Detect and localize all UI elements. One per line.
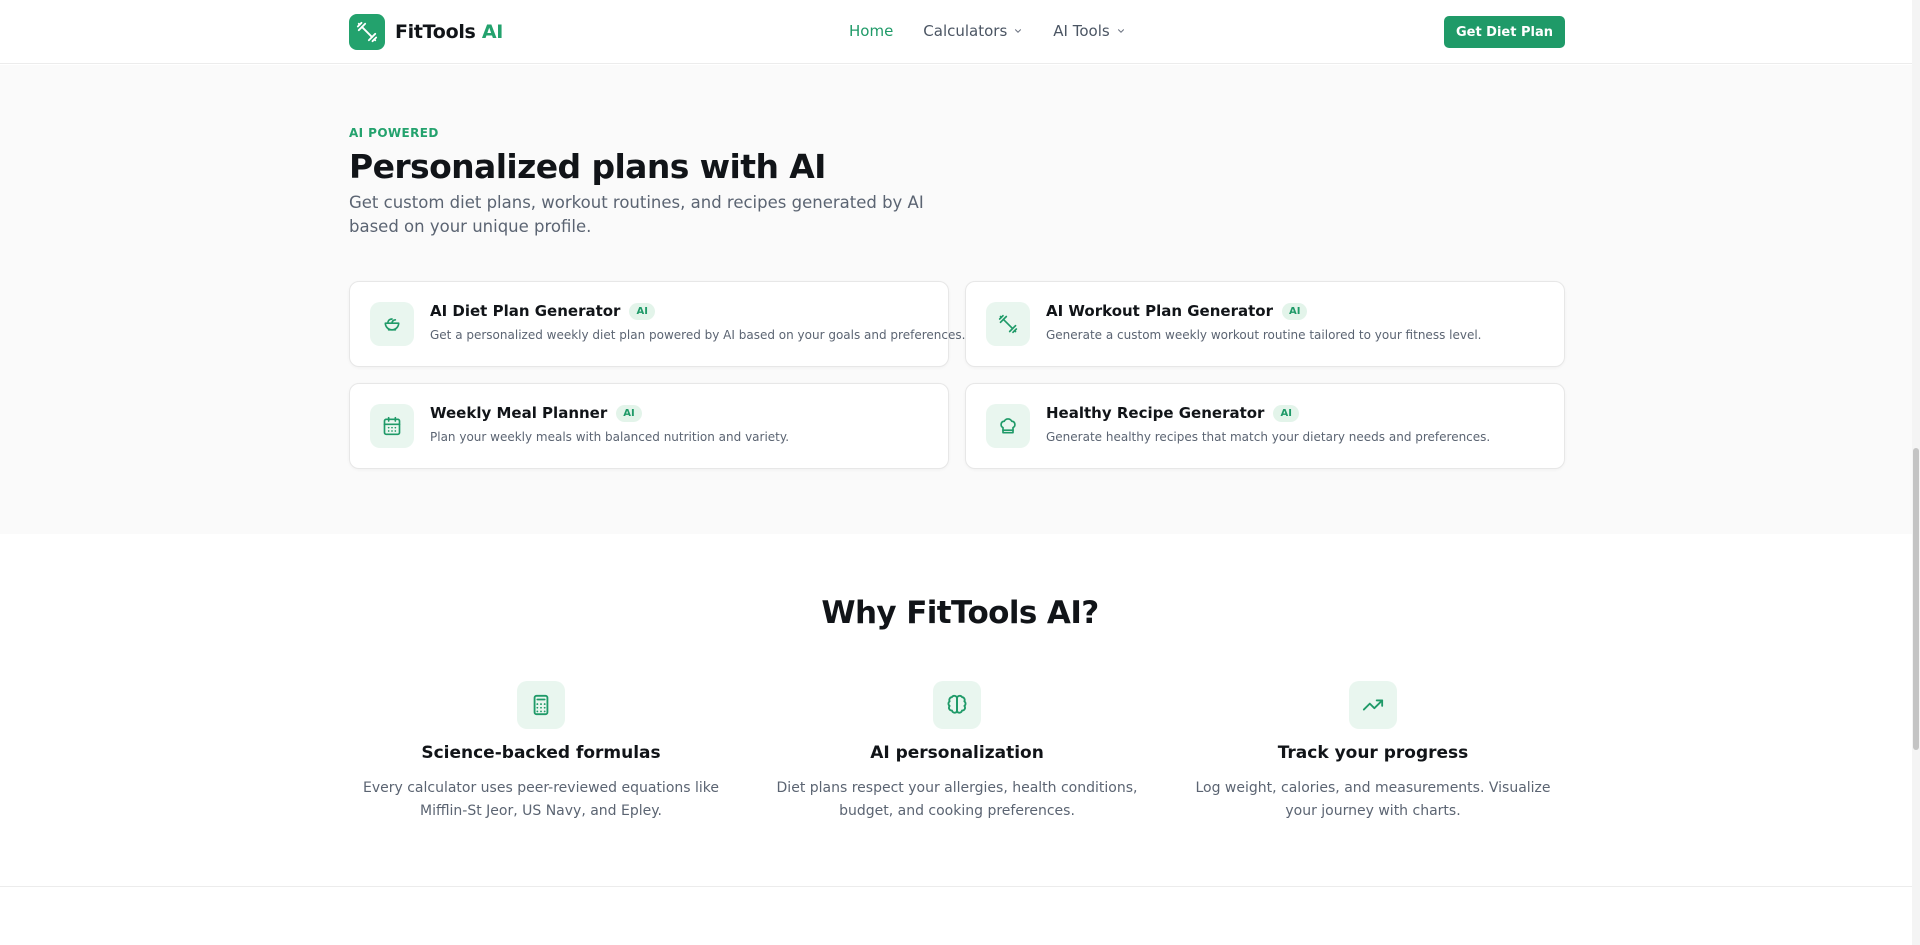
card-description: Generate a custom weekly workout routine… [1046,328,1482,342]
nav-item-label: Calculators [923,22,1008,40]
card-title: AI Workout Plan Generator AI [1046,302,1308,320]
ai-badge: AI [616,404,642,422]
scrollbar-thumb[interactable] [1913,448,1919,750]
feature-title: Science-backed formulas [421,743,661,763]
card-ai-workout-plan[interactable]: AI Workout Plan Generator AI Generate a … [965,281,1565,367]
feature-title: Track your progress [1277,743,1469,763]
brand-name-accent: AI [481,21,504,43]
main-nav: Home Calculators AI Tools [849,22,1156,40]
section-eyebrow: AI POWERED [349,126,439,140]
card-description: Generate healthy recipes that match your… [1046,430,1491,444]
card-title-text: AI Diet Plan Generator [430,302,621,320]
chevron-down-icon [1013,22,1023,40]
scrollbar-track[interactable] [1912,0,1920,945]
nav-item-label: Home [849,22,894,40]
dumbbell-icon [349,14,385,50]
brain-icon [933,681,981,729]
feature-science-backed: Science-backed formulas Every calculator… [348,681,734,823]
salad-bowl-icon [370,302,414,346]
why-title: Why FitTools AI? [821,595,1099,631]
card-title: AI Diet Plan Generator AI [430,302,655,320]
card-title: Weekly Meal Planner AI [430,404,642,422]
feature-title: AI personalization [870,743,1044,763]
card-title-text: Healthy Recipe Generator [1046,404,1265,422]
section-divider [0,886,1920,887]
card-description: Plan your weekly meals with balanced nut… [430,430,790,444]
nav-item-home[interactable]: Home [849,22,893,40]
chevron-down-icon [1116,22,1126,40]
card-description: Get a personalized weekly diet plan powe… [430,328,966,342]
chef-hat-icon [986,404,1030,448]
feature-description: Diet plans respect your allergies, healt… [776,780,1138,819]
brand-name: FitTools AI [395,21,503,43]
logo[interactable]: FitTools AI [349,14,503,50]
feature-track-progress: Track your progress Log weight, calories… [1180,681,1566,823]
card-title-text: Weekly Meal Planner [430,404,608,422]
ai-section: AI POWERED Personalized plans with AI Ge… [0,65,1920,534]
card-title: Healthy Recipe Generator AI [1046,404,1299,422]
ai-badge: AI [1273,404,1299,422]
feature-description: Every calculator uses peer-reviewed equa… [362,780,719,819]
ai-badge: AI [1281,302,1308,320]
section-subtitle: Get custom diet plans, workout routines,… [349,193,924,236]
calculator-icon [517,681,565,729]
card-healthy-recipe[interactable]: Healthy Recipe Generator AI Generate hea… [965,383,1565,469]
dumbbell-icon [986,302,1030,346]
calendar-icon [370,404,414,448]
card-ai-diet-plan[interactable]: AI Diet Plan Generator AI Get a personal… [349,281,965,367]
card-title-text: AI Workout Plan Generator [1046,302,1273,320]
trending-up-icon [1349,681,1397,729]
nav-item-label: AI Tools [1053,22,1110,40]
get-diet-plan-button[interactable]: Get Diet Plan [1443,16,1565,48]
site-header: FitTools AI Home Calculators AI Tools Ge [0,0,1920,64]
card-weekly-meal-planner[interactable]: Weekly Meal Planner AI Plan your weekly … [349,383,949,469]
nav-item-calculators[interactable]: Calculators [923,22,1023,40]
header-inner: FitTools AI Home Calculators AI Tools Ge [349,0,1565,64]
section-title: Personalized plans with AI [349,147,826,186]
feature-description: Log weight, calories, and measurements. … [1195,780,1551,819]
feature-ai-personalization: AI personalization Diet plans respect yo… [764,681,1150,823]
brand-name-main: FitTools [395,21,476,43]
ai-badge: AI [629,302,655,320]
nav-item-ai-tools[interactable]: AI Tools [1053,22,1125,40]
